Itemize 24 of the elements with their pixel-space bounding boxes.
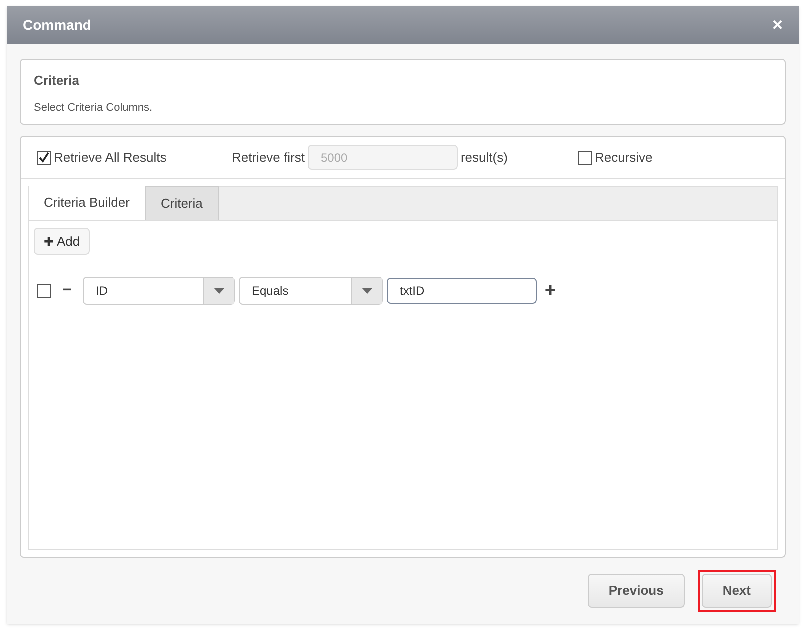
dropdown[interactable]: Equals bbox=[239, 277, 383, 305]
checkbox[interactable] bbox=[37, 284, 51, 298]
dropdown[interactable]: ID bbox=[83, 277, 235, 305]
tab[interactable]: Criteria bbox=[144, 186, 219, 220]
field-label: Retrieve first bbox=[232, 148, 305, 167]
card-title: Criteria bbox=[34, 72, 81, 90]
window-title: Command bbox=[23, 16, 92, 34]
caret-icon bbox=[214, 288, 224, 294]
checkbox[interactable] bbox=[37, 150, 51, 164]
add-button[interactable]: ✚ Add bbox=[34, 228, 90, 255]
checkbox[interactable] bbox=[578, 150, 592, 164]
card-subtitle: Select Criteria Columns. bbox=[34, 100, 154, 116]
add-row-button[interactable]: ✚ bbox=[545, 281, 556, 301]
caret-icon bbox=[362, 288, 372, 294]
nav-button[interactable]: Previous bbox=[588, 574, 685, 608]
value-field[interactable]: txtID bbox=[387, 278, 537, 304]
checkbox-label: Recursive bbox=[594, 148, 653, 167]
checkmark-icon bbox=[38, 152, 50, 164]
field-suffix: result(s) bbox=[460, 148, 509, 167]
tab[interactable]: Criteria Builder bbox=[29, 186, 145, 220]
checkbox-label: Retrieve All Results bbox=[54, 148, 167, 167]
nav-button[interactable]: Next bbox=[702, 574, 772, 608]
plus-icon: ✚ bbox=[44, 232, 54, 250]
remove-button[interactable]: − bbox=[55, 279, 79, 303]
